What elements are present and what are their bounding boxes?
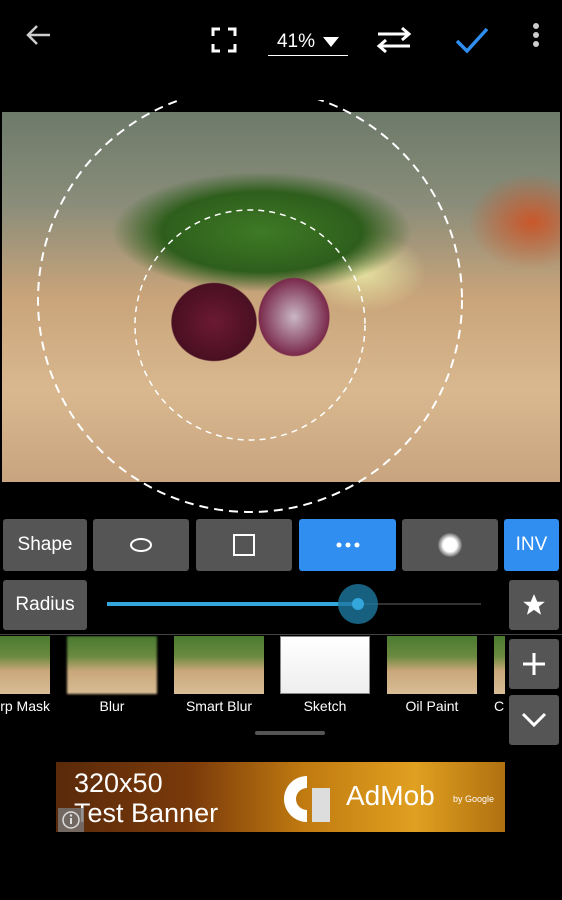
dots-icon — [336, 542, 359, 548]
divider — [0, 634, 562, 635]
shape-soft-button[interactable] — [402, 519, 498, 571]
filter-item[interactable]: Sketch — [280, 636, 370, 726]
arrow-left-icon — [26, 25, 50, 45]
ad-line2: Test Banner — [74, 798, 219, 828]
top-toolbar: 41% — [0, 0, 562, 80]
filter-item[interactable]: C — [494, 636, 505, 726]
shape-square-button[interactable] — [196, 519, 292, 571]
ad-brand: AdMob — [346, 780, 435, 811]
favorite-button[interactable] — [509, 580, 559, 630]
filter-thumbnail — [67, 636, 157, 694]
slider-fill — [107, 602, 358, 606]
collapse-button[interactable] — [509, 695, 559, 745]
filter-label: rp Mask — [0, 698, 50, 714]
ad-by: by Google — [453, 794, 495, 804]
ad-line1: 320x50 — [74, 768, 163, 798]
filter-label: C — [494, 698, 505, 714]
admob-logo — [284, 776, 330, 822]
ellipse-icon — [130, 538, 152, 552]
apply-button[interactable] — [452, 22, 492, 58]
fullscreen-icon — [211, 27, 237, 53]
filter-thumbnail — [387, 636, 477, 694]
square-icon — [233, 534, 255, 556]
check-icon — [455, 27, 489, 54]
caret-down-icon — [323, 36, 340, 47]
soft-circle-icon — [438, 533, 462, 557]
info-icon — [62, 811, 80, 829]
zoom-dropdown[interactable]: 41% — [268, 28, 348, 56]
filter-thumbnail — [494, 636, 505, 694]
radius-label: Radius — [3, 580, 87, 630]
outer-mask-circle[interactable] — [37, 100, 463, 513]
filter-strip[interactable]: rp Mask Blur Smart Blur Sketch Oil Paint… — [0, 636, 505, 726]
filter-label: Blur — [99, 698, 125, 714]
swap-icon — [376, 26, 412, 54]
filter-item[interactable]: Smart Blur — [174, 636, 264, 726]
invert-button[interactable]: INV — [504, 519, 559, 571]
add-button[interactable] — [509, 639, 559, 689]
chevron-down-icon — [521, 712, 547, 728]
shape-dots-button[interactable] — [299, 519, 396, 571]
filter-thumbnail — [0, 636, 50, 694]
filter-item[interactable]: Oil Paint — [387, 636, 477, 726]
back-button[interactable] — [22, 20, 56, 50]
fullscreen-button[interactable] — [208, 24, 240, 56]
shape-label: Shape — [3, 519, 87, 571]
filter-thumbnail — [174, 636, 264, 694]
filter-item[interactable]: Blur — [67, 636, 157, 726]
zoom-level: 41% — [276, 30, 316, 52]
radius-slider[interactable] — [107, 584, 481, 624]
filter-thumbnail — [280, 636, 370, 694]
drag-handle[interactable] — [255, 731, 325, 735]
more-vert-icon — [533, 23, 539, 47]
filter-label: Oil Paint — [405, 698, 459, 714]
filter-label: Sketch — [303, 698, 347, 714]
inner-mask-circle[interactable] — [134, 209, 366, 441]
compare-button[interactable] — [374, 22, 414, 58]
filter-label: Smart Blur — [185, 698, 253, 714]
slider-thumb[interactable] — [337, 584, 378, 624]
star-icon — [523, 594, 545, 615]
ad-banner[interactable]: 320x50 Test Banner AdMob by Google — [56, 762, 505, 832]
more-options-button[interactable] — [524, 20, 548, 50]
filter-item[interactable]: rp Mask — [0, 636, 50, 726]
plus-icon — [523, 653, 545, 675]
shape-ellipse-button[interactable] — [93, 519, 189, 571]
mask-overlay[interactable] — [0, 100, 562, 520]
ad-info-button[interactable] — [58, 808, 84, 832]
